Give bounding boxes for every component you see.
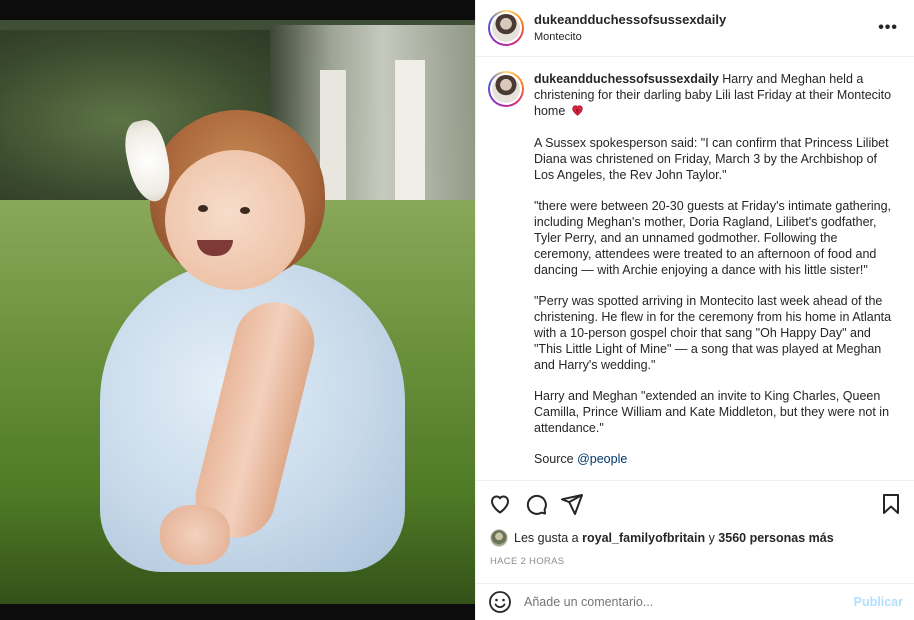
likes-count[interactable]: 3560 personas más <box>718 531 833 545</box>
liker-username[interactable]: royal_familyofbritain <box>582 531 705 545</box>
post-timestamp[interactable]: HACE 2 HORAS <box>490 556 564 567</box>
author-avatar-image <box>492 14 520 42</box>
likes-summary: Les gusta a royal_familyofbritain y 3560… <box>490 527 834 549</box>
post-caption: dukeandduchessofsussexdaily Harry and Me… <box>488 71 899 471</box>
emoji-icon[interactable] <box>488 590 512 614</box>
comment-input[interactable] <box>524 595 854 609</box>
photo-baby-eye <box>198 205 208 212</box>
likes-joiner: y <box>708 531 715 545</box>
author-username[interactable]: dukeandduchessofsussexdaily <box>534 12 874 28</box>
comment-icon[interactable] <box>524 492 548 516</box>
red-heart-emoji-icon <box>572 105 583 116</box>
caption-paragraph: "Perry was spotted arriving in Montecito… <box>534 294 892 372</box>
photo-baby-face <box>165 150 305 290</box>
post-actions-bar <box>476 480 914 526</box>
caption-text: dukeandduchessofsussexdaily Harry and Me… <box>534 71 892 471</box>
share-icon[interactable] <box>560 492 584 516</box>
post-photo[interactable] <box>0 0 475 620</box>
liker-avatar[interactable] <box>490 529 508 547</box>
post-location[interactable]: Montecito <box>534 30 874 45</box>
caption-paragraph: A Sussex spokesperson said: "I can confi… <box>534 136 889 182</box>
likes-prefix: Les gusta a <box>514 531 579 545</box>
post-header: dukeandduchessofsussexdaily Montecito ••… <box>476 0 914 57</box>
caption-author-avatar[interactable] <box>488 71 524 107</box>
bookmark-icon[interactable] <box>879 492 903 516</box>
author-avatar[interactable] <box>488 10 524 46</box>
more-options-button[interactable]: ••• <box>874 19 902 37</box>
publish-button[interactable]: Publicar <box>854 595 903 609</box>
photo-letterbox-bottom <box>0 604 475 620</box>
caption-source: Source @people <box>534 451 892 467</box>
caption-paragraph: Harry and Meghan "extended an invite to … <box>534 389 890 435</box>
heart-icon[interactable] <box>488 492 512 516</box>
caption-username[interactable]: dukeandduchessofsussexdaily <box>534 72 719 86</box>
photo-letterbox-top <box>0 0 475 20</box>
caption-avatar-image <box>492 75 520 103</box>
add-comment-bar: Publicar <box>476 583 914 620</box>
photo-background-pillar <box>395 60 425 210</box>
caption-source-label: Source <box>534 452 574 466</box>
comments-scroll-area[interactable]: dukeandduchessofsussexdaily Harry and Me… <box>476 57 914 480</box>
source-mention-link[interactable]: @people <box>577 452 627 466</box>
caption-paragraph: "there were between 20-30 guests at Frid… <box>534 199 892 277</box>
photo-baby-hand <box>160 505 230 565</box>
post-side-panel: dukeandduchessofsussexdaily Montecito ••… <box>475 0 914 620</box>
photo-baby-eye <box>240 207 250 214</box>
